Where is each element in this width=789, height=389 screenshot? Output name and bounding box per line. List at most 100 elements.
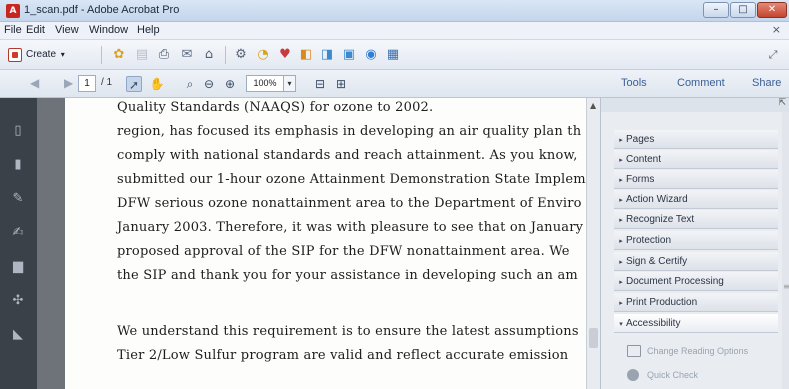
next-page-icon[interactable]: ▶ (64, 76, 73, 90)
create-button[interactable]: Create ▾ (6, 45, 66, 65)
expand-arrow-icon: ▸ (619, 259, 623, 266)
zoom-in-icon[interactable]: ⊕ (222, 76, 238, 92)
pdf-page[interactable]: Quality Standards (NAAQS) for ozone to 2… (65, 98, 587, 389)
document-area: Quality Standards (NAAQS) for ozone to 2… (37, 98, 600, 389)
scrollbar-thumb[interactable] (589, 328, 598, 348)
document-line: submitted our 1-hour ozone Attainment De… (117, 172, 586, 187)
title-bar: A 1_scan.pdf - Adobe Acrobat Pro – □ ✕ (0, 0, 789, 22)
reading-options-icon (627, 345, 641, 357)
panel-content[interactable]: ▸ Content (614, 150, 778, 169)
email-icon[interactable]: ✉ (178, 46, 196, 64)
page-count: / 1 (101, 77, 113, 88)
toolbar-divider (101, 46, 102, 64)
maximize-button[interactable]: □ (730, 2, 756, 18)
menu-file[interactable]: File (4, 24, 22, 36)
combine-icon[interactable]: ✿ (110, 46, 128, 64)
print-icon[interactable]: ⎙ (155, 46, 173, 64)
tab-tools[interactable]: Tools (621, 77, 647, 89)
expand-arrow-icon: ▸ (619, 177, 623, 184)
menu-view[interactable]: View (55, 24, 79, 36)
zoom-level-input[interactable]: 100% (246, 75, 284, 92)
create-label: Create (26, 49, 57, 60)
menu-edit[interactable]: Edit (26, 24, 45, 36)
security-icon[interactable]: ◉ (362, 46, 380, 64)
document-line: We understand this requirement is to ens… (117, 324, 579, 339)
tools-pane-close-icon[interactable]: ⇱ (778, 98, 786, 108)
zoom-out-icon[interactable]: ⊖ (201, 76, 217, 92)
forms-icon[interactable]: ▦ (384, 46, 402, 64)
document-line: comply with national standards and reach… (117, 148, 578, 163)
minimize-button[interactable]: – (703, 2, 729, 18)
panel-action-wizard[interactable]: ▸ Action Wizard (614, 190, 778, 209)
quick-check-icon (627, 369, 639, 381)
bookmarks-icon[interactable]: ▮ (9, 156, 27, 174)
panel-print-production[interactable]: ▸ Print Production (614, 293, 778, 312)
panel-accessibility[interactable]: ▾ Accessibility (614, 314, 778, 333)
hand-tool-icon[interactable]: ✋ (149, 76, 165, 92)
panel-pages[interactable]: ▸ Pages (614, 130, 778, 149)
scrollbar-grip-icon: ≡ (783, 282, 789, 291)
tools-pane: ⇱ ▸ Pages ▸ Content ▸ Forms ▸ Action Wizard … (600, 98, 789, 389)
panel-protection[interactable]: ▸ Protection (614, 231, 778, 250)
attachments-icon[interactable]: ✎ (9, 190, 27, 208)
expand-arrow-icon: ▸ (619, 279, 623, 286)
share-icon[interactable]: ⌂ (200, 46, 218, 64)
panel-recognize-text[interactable]: ▸ Recognize Text (614, 210, 778, 229)
marquee-zoom-icon[interactable]: ⌕ (182, 76, 198, 92)
select-tool-icon[interactable]: ➚ (126, 76, 142, 92)
expand-arrow-icon: ▸ (619, 137, 623, 144)
document-close-icon[interactable]: × (772, 23, 781, 36)
expand-arrow-icon: ▸ (619, 217, 623, 224)
document-line: Tier 2/Low Sulfur program are valid and … (117, 348, 569, 363)
window-title: 1_scan.pdf - Adobe Acrobat Pro (24, 4, 180, 16)
fit-width-icon[interactable]: ⊟ (312, 76, 328, 92)
document-scrollbar[interactable]: ▲ (586, 98, 600, 389)
expand-arrow-icon: ▸ (619, 197, 623, 204)
zoom-dropdown-icon[interactable]: ▾ (284, 75, 296, 92)
panel-forms[interactable]: ▸ Forms (614, 170, 778, 189)
tab-share[interactable]: Share (752, 77, 781, 89)
expand-icon[interactable]: ⤢ (764, 46, 782, 64)
navigation-pane: ▯ ▮ ✎ ✍ ▆ ✣ ◣ (0, 98, 37, 389)
comment-icon[interactable]: ◔ (254, 46, 272, 64)
panel-document-processing[interactable]: ▸ Document Processing (614, 272, 778, 291)
pages-icon[interactable]: ▣ (340, 46, 358, 64)
document-line: proposed approval of the SIP for the DFW… (117, 244, 570, 259)
document-line: region, has focused its emphasis in deve… (117, 124, 582, 139)
tools-pane-scrollbar[interactable]: ≡ (782, 112, 789, 389)
close-button[interactable]: ✕ (757, 2, 787, 18)
fit-page-icon[interactable]: ⊞ (333, 76, 349, 92)
expand-arrow-icon: ▸ (619, 300, 623, 307)
document-line: DFW serious ozone nonattainment area to … (117, 196, 582, 211)
previous-page-icon[interactable]: ◀ (30, 76, 39, 90)
convert-icon[interactable]: ◨ (318, 46, 336, 64)
navigation-toolbar: ◀ ▶ 1 / 1 ➚ ✋ ⌕ ⊖ ⊕ 100% ▾ ⊟ ⊞ Tools Com… (0, 70, 789, 98)
scroll-up-icon[interactable]: ▲ (590, 101, 596, 110)
document-line: Quality Standards (NAAQS) for ozone to 2… (117, 100, 434, 115)
settings-icon[interactable]: ⚙ (232, 46, 250, 64)
menu-window[interactable]: Window (89, 24, 128, 36)
expand-arrow-icon: ▸ (619, 157, 623, 164)
open-icon[interactable]: ▤ (133, 46, 151, 64)
document-line: the SIP and thank you for your assistanc… (117, 268, 578, 283)
tools-pane-header: ⇱ (601, 98, 789, 112)
tab-comment[interactable]: Comment (677, 77, 725, 89)
stamp-icon[interactable]: ♥ (276, 46, 294, 64)
export-icon[interactable]: ◧ (297, 46, 315, 64)
menu-help[interactable]: Help (137, 24, 160, 36)
acrobat-icon: A (6, 4, 20, 18)
change-reading-options-item[interactable]: Change Reading Options (623, 342, 773, 360)
page-number-input[interactable]: 1 (78, 75, 96, 92)
layers-icon[interactable]: ▆ (9, 258, 27, 276)
page-thumbnails-icon[interactable]: ▯ (9, 122, 27, 140)
signatures-icon[interactable]: ✍ (9, 224, 27, 242)
toolbar-divider (225, 46, 226, 64)
quick-check-item[interactable]: Quick Check (623, 366, 773, 384)
model-tree-icon[interactable]: ✣ (9, 292, 27, 310)
menu-bar: File Edit View Window Help × (0, 22, 789, 40)
panel-sign-certify[interactable]: ▸ Sign & Certify (614, 252, 778, 271)
main-toolbar: Create ▾ ✿ ▤ ⎙ ✉ ⌂ ⚙ ◔ ♥ ◧ ◨ ▣ ◉ ▦ ⤢ (0, 40, 789, 70)
create-icon (8, 48, 22, 62)
content-icon[interactable]: ◣ (9, 326, 27, 344)
collapse-arrow-icon: ▾ (619, 321, 623, 328)
